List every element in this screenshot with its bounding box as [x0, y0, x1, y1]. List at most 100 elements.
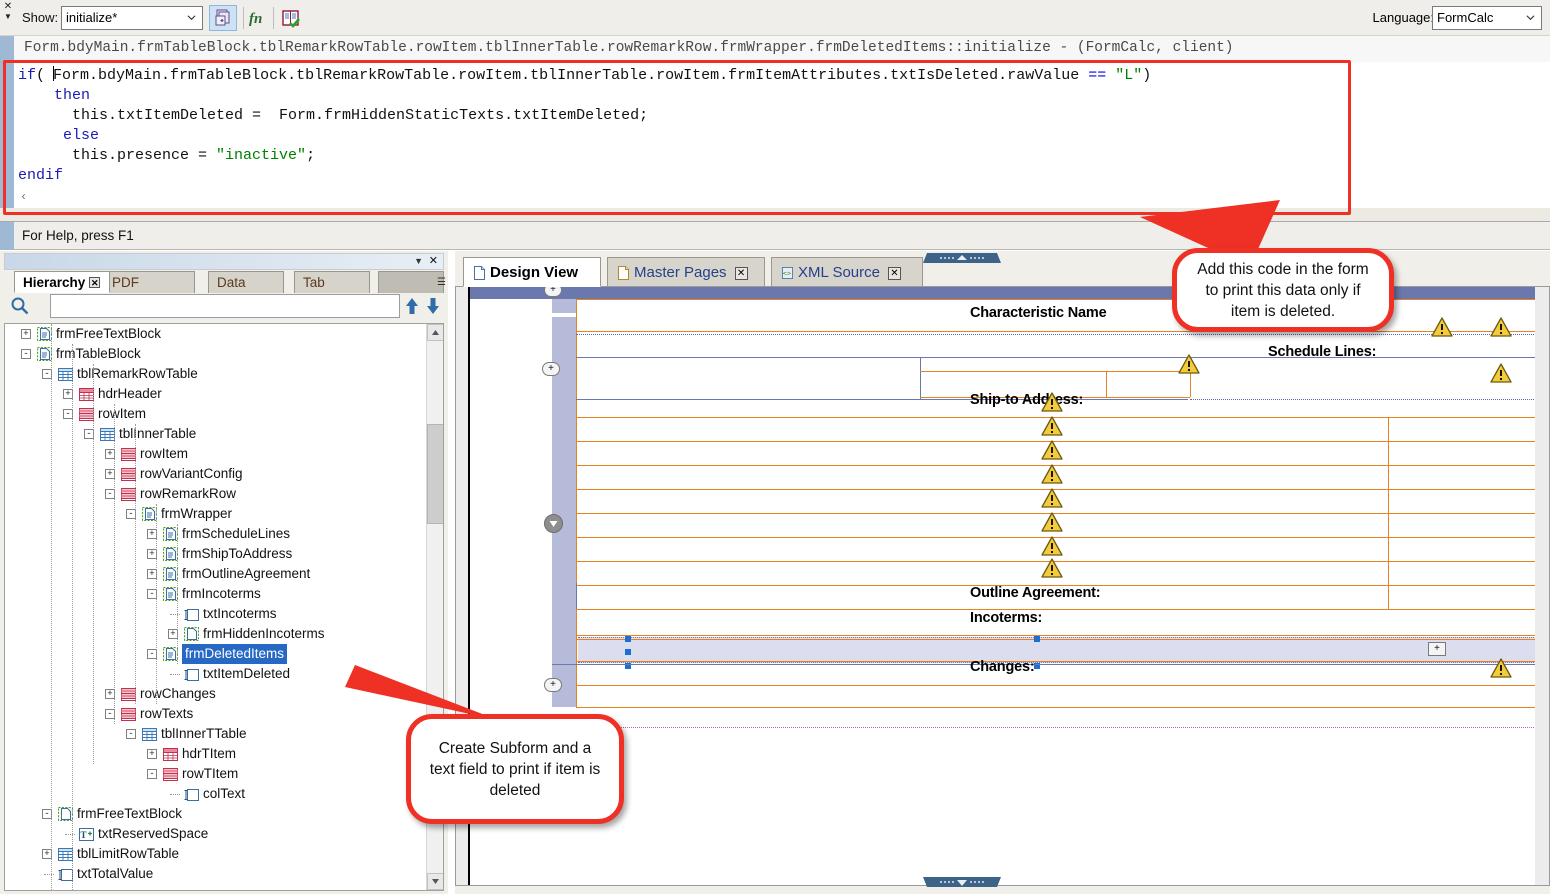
- tab-master-pages[interactable]: Master Pages ✕: [607, 257, 765, 287]
- panel-close-icon[interactable]: ✕: [429, 254, 438, 267]
- tab-xml-source-close-icon[interactable]: ✕: [887, 267, 901, 280]
- language-label: Language:: [1372, 10, 1434, 25]
- scroll-up-button[interactable]: [427, 324, 443, 341]
- hierarchy-tree[interactable]: + frmFreeTextBlock - frmTableBlock - tblRemar…: [5, 324, 427, 890]
- tree-node[interactable]: + hdrHeader: [5, 384, 427, 404]
- form-label-incoterms: Incoterms:: [970, 610, 1043, 626]
- tree-node[interactable]: - rowRemarkRow: [5, 484, 427, 504]
- warning-icon[interactable]: [1490, 317, 1512, 337]
- tree-node[interactable]: txtTotalValue: [5, 864, 427, 884]
- tab-hierarchy[interactable]: Hierarchy ✕: [14, 271, 110, 293]
- warning-icon[interactable]: [1490, 363, 1512, 383]
- function-builder-button[interactable]: fn: [245, 5, 273, 31]
- panel-collapse-handle[interactable]: ✕ ▼: [2, 2, 14, 32]
- tab-master-pages-close-icon[interactable]: ✕: [734, 267, 748, 280]
- tree-node[interactable]: + rowItem: [5, 444, 427, 464]
- tab-xml-source[interactable]: <> XML Source ✕: [771, 257, 923, 287]
- warning-icon[interactable]: [1041, 536, 1063, 556]
- tree-collapse-icon[interactable]: -: [21, 349, 31, 359]
- warning-icon[interactable]: [1041, 440, 1063, 460]
- canvas-insert-handle-bottom[interactable]: +: [544, 678, 562, 692]
- tree-expand-icon[interactable]: +: [147, 749, 157, 759]
- tree-node[interactable]: - rowItem: [5, 404, 427, 424]
- tab-pdf-structure[interactable]: PDF Structure: [103, 271, 195, 311]
- warning-icon[interactable]: [1490, 658, 1512, 678]
- add-event-button[interactable]: [209, 5, 237, 31]
- tab-data-view[interactable]: Data View: [208, 271, 284, 311]
- search-icon[interactable]: [10, 296, 30, 319]
- script-path-bar: Form.bdyMain.frmTableBlock.tblRemarkRowT…: [0, 36, 1550, 62]
- selection-handle-tl[interactable]: [625, 636, 631, 642]
- tree-node-label: tblLimitRowTable: [77, 846, 180, 861]
- warning-icon[interactable]: [1041, 488, 1063, 508]
- search-next-icon[interactable]: [425, 297, 441, 318]
- tree-node[interactable]: + frmScheduleLines: [5, 524, 427, 544]
- check-syntax-button[interactable]: [277, 5, 305, 31]
- selection-handle-tc[interactable]: [1034, 636, 1040, 642]
- warning-icon[interactable]: [1041, 558, 1063, 578]
- tree-node-label: rowTItem: [182, 766, 239, 781]
- code-content[interactable]: if( Form.bdyMain.frmTableBlock.tblRemark…: [18, 66, 1542, 186]
- tree-node[interactable]: - tblRemarkRowTable: [5, 364, 427, 384]
- canvas-insert-handle-mid[interactable]: +: [542, 362, 560, 376]
- tree-collapse-icon[interactable]: -: [126, 729, 136, 739]
- tree-node[interactable]: + rowVariantConfig: [5, 464, 427, 484]
- script-code-editor[interactable]: if( Form.bdyMain.frmTableBlock.tblRemark…: [0, 62, 1550, 208]
- code-end-marker: ‹: [20, 190, 28, 204]
- canvas-vertical-scrollbar[interactable]: [1535, 287, 1549, 885]
- subform-icon: [163, 547, 178, 561]
- grid-line-changes-bot: [576, 707, 1536, 708]
- canvas-insert-handle-top[interactable]: +: [544, 287, 562, 297]
- tree-node[interactable]: + frmOutlineAgreement: [5, 564, 427, 584]
- tree-node[interactable]: + frmHiddenIncoterms: [5, 624, 427, 644]
- tree-node[interactable]: + frmShipToAddress: [5, 544, 427, 564]
- warning-icon[interactable]: [1041, 392, 1063, 412]
- form-label-schedule-lines: Schedule Lines:: [1268, 344, 1377, 360]
- tree-node[interactable]: - frmWrapper: [5, 504, 427, 524]
- tree-node[interactable]: TtxtReservedSpace: [5, 824, 427, 844]
- selection-handle-ml[interactable]: [625, 649, 631, 655]
- tab-overflow-icon[interactable]: ☰: [437, 277, 446, 288]
- hierarchy-tree-container[interactable]: + frmFreeTextBlock - frmTableBlock - tblRemar…: [4, 323, 444, 891]
- hierarchy-panel-titlebar[interactable]: ▼ ✕: [4, 253, 444, 270]
- selected-subform-band[interactable]: [578, 637, 1536, 663]
- tree-expand-icon[interactable]: +: [21, 329, 31, 339]
- tree-node[interactable]: colText: [5, 784, 427, 804]
- search-previous-icon[interactable]: [404, 297, 420, 318]
- tree-node[interactable]: + frmFreeTextBlock: [5, 324, 427, 344]
- scrollbar-thumb[interactable]: [427, 424, 443, 524]
- tab-design-view[interactable]: Design View: [463, 257, 601, 287]
- grid-line-sel-top: [576, 639, 1536, 640]
- tree-node[interactable]: txtIncoterms: [5, 604, 427, 624]
- warning-icon[interactable]: [1041, 416, 1063, 436]
- canvas-collapse-handle[interactable]: [544, 514, 563, 533]
- warning-icon[interactable]: [1178, 354, 1200, 374]
- tree-node-label: frmWrapper: [161, 506, 233, 521]
- textfield-icon: [184, 787, 199, 801]
- tree-node[interactable]: + tblLimitRowTable: [5, 844, 427, 864]
- subform-flow-icon: [184, 627, 199, 641]
- tree-node[interactable]: - tblInnerTable: [5, 424, 427, 444]
- warning-icon[interactable]: [1041, 512, 1063, 532]
- search-input[interactable]: [50, 294, 400, 318]
- grid-vline-sched2: [1106, 371, 1107, 397]
- tree-collapse-icon[interactable]: -: [147, 769, 157, 779]
- tree-node-label: tblInnerTTable: [161, 726, 247, 741]
- tree-node[interactable]: - frmFreeTextBlock: [5, 804, 427, 824]
- expand-subform-button[interactable]: +: [1428, 642, 1446, 656]
- warning-icon[interactable]: [1431, 317, 1453, 337]
- show-event-dropdown[interactable]: initialize*: [61, 6, 203, 30]
- grid-line-outline: [576, 609, 1536, 610]
- panel-menu-icon[interactable]: ▼: [414, 256, 423, 266]
- tree-node[interactable]: - frmTableBlock: [5, 344, 427, 364]
- warning-icon[interactable]: [1041, 464, 1063, 484]
- script-toolbar: ✕ ▼ Show: initialize* fn Language: FormC…: [0, 0, 1550, 36]
- panel-splitter-bottom[interactable]: [917, 876, 1007, 887]
- language-dropdown[interactable]: FormCalc: [1432, 6, 1542, 30]
- panel-splitter-top[interactable]: [917, 251, 1007, 263]
- tree-node[interactable]: - rowTItem: [5, 764, 427, 784]
- tab-hierarchy-close-icon[interactable]: ✕: [89, 277, 101, 288]
- scroll-down-button[interactable]: [427, 873, 443, 890]
- tree-node[interactable]: - frmIncoterms: [5, 584, 427, 604]
- tab-tab-order[interactable]: Tab Order: [294, 271, 370, 311]
